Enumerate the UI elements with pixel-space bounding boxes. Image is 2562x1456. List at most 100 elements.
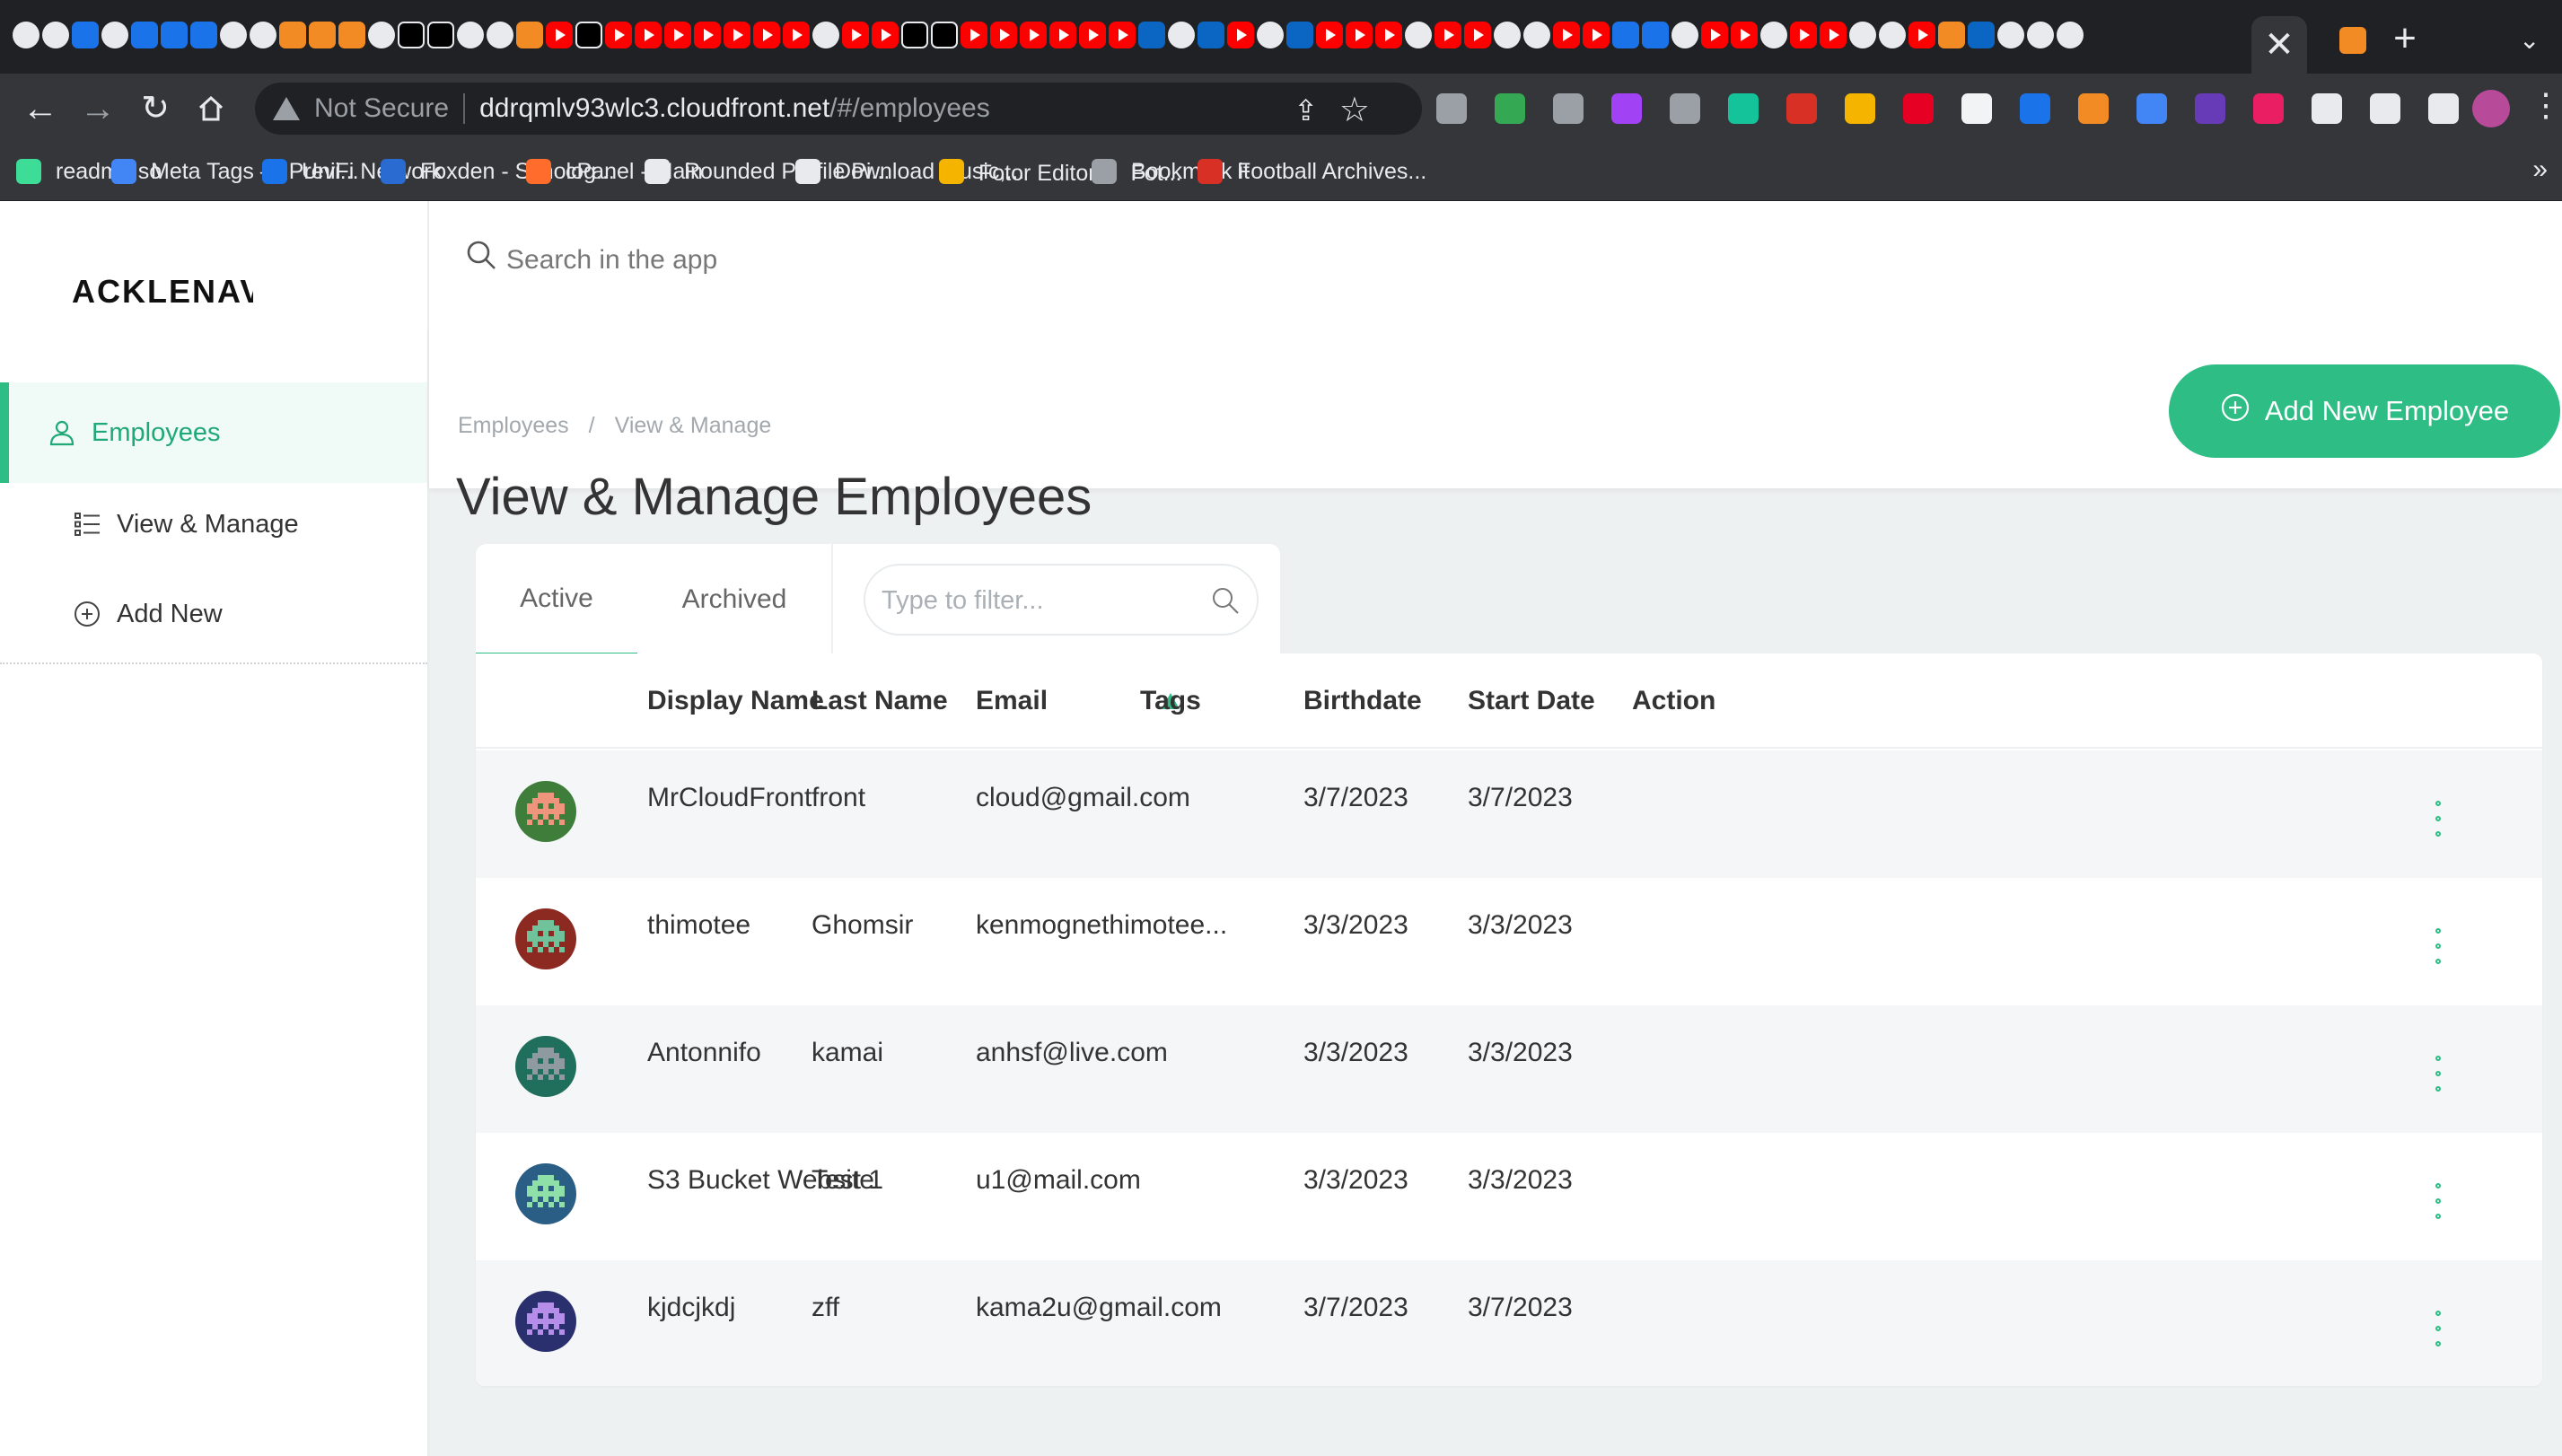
tab-active[interactable]: Active <box>476 544 637 655</box>
row-actions-kebab-icon[interactable] <box>2427 1183 2449 1219</box>
tab-favicon-icon[interactable] <box>990 22 1017 48</box>
tab-favicon-icon[interactable] <box>1642 22 1669 48</box>
tab-favicon-icon[interactable] <box>1464 22 1491 48</box>
tab-favicon-icon[interactable] <box>872 22 899 48</box>
column-header-start-date[interactable]: Start Date <box>1468 686 1595 716</box>
tag-extension-icon[interactable] <box>2020 93 2050 124</box>
column-header-display-name[interactable]: Display Name <box>647 686 824 716</box>
chrome-menu-icon[interactable]: ⋮ <box>2530 86 2562 124</box>
table-row[interactable]: MrCloudFront front cloud@gmail.com 3/7/2023… <box>476 750 2542 878</box>
tab-favicon-icon[interactable] <box>694 22 721 48</box>
tab-favicon-icon[interactable] <box>812 22 839 48</box>
tab-favicon-icon[interactable] <box>1049 22 1076 48</box>
tab-favicon-icon[interactable] <box>753 22 780 48</box>
tab-favicon-icon[interactable] <box>398 22 425 48</box>
tab-favicon-icon[interactable] <box>546 22 573 48</box>
tab-favicon-icon[interactable] <box>1849 22 1876 48</box>
tab-favicon-icon[interactable] <box>783 22 810 48</box>
puzzle-icon[interactable] <box>2312 93 2342 124</box>
grammarly-icon[interactable] <box>1728 93 1759 124</box>
tab-favicon-icon[interactable] <box>1820 22 1847 48</box>
sidepanel-icon[interactable] <box>2428 93 2459 124</box>
row-actions-kebab-icon[interactable] <box>2427 801 2449 837</box>
tab-favicon-icon[interactable] <box>1286 22 1313 48</box>
app-search-input[interactable] <box>506 233 2454 287</box>
tab-favicon-icon[interactable] <box>1523 22 1550 48</box>
tab-favicon-icon[interactable] <box>131 22 158 48</box>
share-icon[interactable]: ⇪ <box>1294 93 1318 127</box>
tab-favicon-icon[interactable] <box>1198 22 1224 48</box>
pen-extension-icon[interactable] <box>1670 93 1700 124</box>
tab-favicon-icon[interactable] <box>427 22 454 48</box>
tab-favicon-icon[interactable] <box>516 22 543 48</box>
tab-archived[interactable]: Archived <box>637 544 831 655</box>
column-header-tags[interactable]: Tags <box>1140 686 1201 716</box>
tab-favicon-icon[interactable] <box>457 22 484 48</box>
download-extension-icon[interactable] <box>1553 93 1584 124</box>
sidebar-item-employees[interactable]: Employees <box>0 382 427 483</box>
profile-avatar[interactable] <box>2472 90 2510 127</box>
metamask-icon[interactable] <box>2078 93 2109 124</box>
column-header-email[interactable]: Email <box>976 686 1048 716</box>
tab-favicon-icon[interactable] <box>1316 22 1343 48</box>
tab-favicon-icon[interactable] <box>1079 22 1106 48</box>
tab-favicon-icon[interactable] <box>1405 22 1432 48</box>
tab-favicon-icon[interactable] <box>1435 22 1461 48</box>
address-bar[interactable]: Not Secure ddrqmlv93wlc3.cloudfront.net /… <box>255 83 1422 135</box>
tab-favicon-icon[interactable] <box>1346 22 1373 48</box>
tab-favicon-icon[interactable] <box>2057 22 2084 48</box>
row-actions-kebab-icon[interactable] <box>2427 928 2449 964</box>
tab-favicon-icon[interactable] <box>1109 22 1136 48</box>
tab-favicon-icon[interactable] <box>1671 22 1698 48</box>
tab-favicon-icon[interactable] <box>220 22 247 48</box>
tab-favicon-icon[interactable] <box>1494 22 1521 48</box>
printer-extension-icon[interactable] <box>1495 93 1525 124</box>
s-extension-icon[interactable] <box>1436 93 1467 124</box>
tab-favicon-icon[interactable] <box>72 22 99 48</box>
hat-extension-icon[interactable] <box>2195 93 2225 124</box>
tab-favicon-icon[interactable] <box>664 22 691 48</box>
filter-input[interactable] <box>882 576 1205 625</box>
home-icon[interactable] <box>189 86 233 131</box>
tab-favicon-icon[interactable] <box>42 22 69 48</box>
tab-favicon-icon[interactable] <box>309 22 336 48</box>
tab-favicon-icon[interactable] <box>724 22 750 48</box>
tab-favicon-icon[interactable] <box>1375 22 1402 48</box>
tab-favicon-icon[interactable] <box>338 22 365 48</box>
bookmarks-overflow-icon[interactable]: » <box>2532 154 2548 185</box>
tab-favicon-icon[interactable] <box>901 22 928 48</box>
row-actions-kebab-icon[interactable] <box>2427 1056 2449 1092</box>
tab-favicon-icon[interactable] <box>1908 22 1935 48</box>
tab-favicon-icon[interactable] <box>250 22 276 48</box>
breadcrumb-view-manage[interactable]: View & Manage <box>615 413 772 439</box>
tab-favicon-icon[interactable] <box>1020 22 1047 48</box>
tab-favicon-icon[interactable] <box>1938 22 1965 48</box>
tab-search-icon[interactable]: ⌄ <box>2519 25 2540 55</box>
tab-favicon-icon[interactable] <box>1731 22 1758 48</box>
document-extension-icon[interactable] <box>2136 93 2167 124</box>
pinterest-icon[interactable] <box>1903 93 1934 124</box>
table-row[interactable]: S3 Bucket Website Test 1 u1@mail.com 3/3/20… <box>476 1133 2542 1260</box>
adblock-icon[interactable] <box>1786 93 1817 124</box>
new-tab-button[interactable]: + <box>2384 16 2426 60</box>
tab-favicon-icon[interactable] <box>1257 22 1284 48</box>
note-extension-icon[interactable] <box>1845 93 1875 124</box>
company-logo[interactable]: ACKLENAVENUE <box>72 273 253 309</box>
column-header-last-name[interactable]: Last Name <box>812 686 948 716</box>
tab-favicon-icon[interactable] <box>487 22 513 48</box>
tab-favicon-icon[interactable] <box>101 22 128 48</box>
row-actions-kebab-icon[interactable] <box>2427 1311 2449 1346</box>
tab-favicon-icon[interactable] <box>961 22 987 48</box>
tab-favicon-icon[interactable] <box>1612 22 1639 48</box>
tab-favicon-icon[interactable] <box>2027 22 2054 48</box>
tab-favicon-icon[interactable] <box>1583 22 1610 48</box>
tab-favicon-icon[interactable] <box>368 22 395 48</box>
feather-extension-icon[interactable] <box>1611 93 1642 124</box>
tab-favicon-icon[interactable] <box>1997 22 2024 48</box>
tab-favicon-icon[interactable] <box>1701 22 1728 48</box>
breadcrumb-employees[interactable]: Employees <box>458 413 569 439</box>
tab-favicon-icon[interactable] <box>575 22 602 48</box>
download-icon[interactable] <box>2370 93 2400 124</box>
grid-extension-icon[interactable] <box>2253 93 2284 124</box>
reload-icon[interactable]: ↻ <box>133 86 178 131</box>
